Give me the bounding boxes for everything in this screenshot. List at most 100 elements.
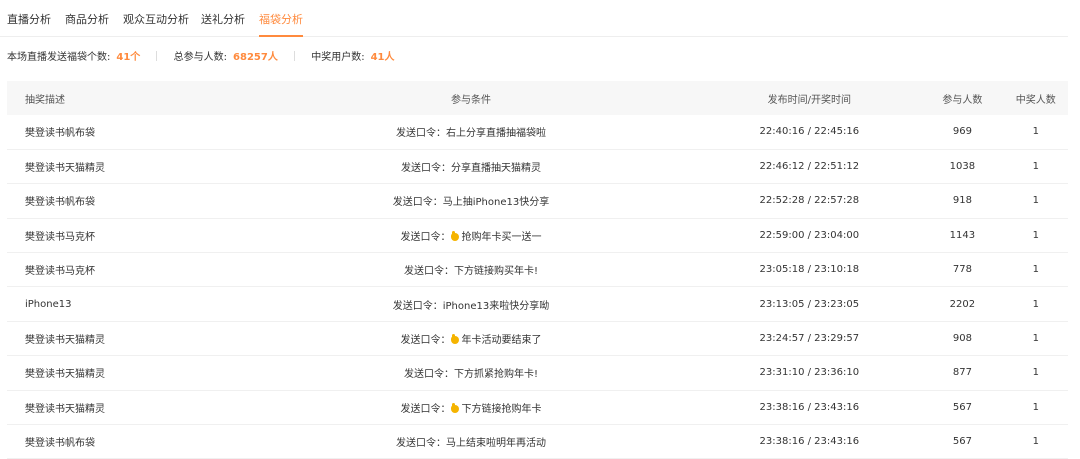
- tab-audience-interaction-analysis[interactable]: 观众互动分析: [123, 0, 189, 36]
- bag-count-value: 41个: [116, 52, 141, 63]
- cell-description: 樊登读书天猫精灵: [25, 369, 105, 381]
- pointing-hand-icon: [450, 230, 460, 242]
- condition-prefix: 发送口令：: [403, 369, 454, 381]
- cell-description: iPhone13: [25, 298, 72, 310]
- condition-text: 马上结束啦明年再活动: [445, 438, 546, 450]
- column-header-participants: 参与人数: [942, 94, 983, 106]
- cell-condition: 发送口令：马上抽iPhone13快分享: [245, 184, 698, 218]
- cell-winners: 1: [1032, 436, 1039, 448]
- cell-description: 樊登读书天猫精灵: [25, 403, 105, 415]
- cell-participants: 908: [952, 333, 972, 345]
- condition-prefix: 发送口令：: [400, 163, 451, 175]
- participants-value: 68257人: [233, 52, 278, 63]
- cell-condition: 发送口令：马上结束啦明年再活动: [245, 425, 698, 459]
- column-header-description: 抽奖描述: [25, 94, 65, 106]
- cell-participants: 918: [952, 195, 972, 207]
- table-row: 樊登读书天猫精灵 发送口令： 下方链接抢购年卡 23:38:16 / 23:43:16…: [7, 390, 1068, 425]
- condition-prefix: 发送口令：: [395, 438, 446, 450]
- column-header-winners: 中奖人数: [1015, 94, 1056, 106]
- table-row: 樊登读书马克杯 发送口令： 抢购年卡买一送一 22:59:00 / 23:04:00 1…: [7, 218, 1068, 253]
- bag-count-label: 本场直播发送福袋个数:: [7, 52, 111, 63]
- cell-condition: 发送口令：下方链接购买年卡!: [245, 253, 698, 287]
- tab-lucky-bag-analysis[interactable]: 福袋分析: [259, 0, 303, 37]
- cell-winners: 1: [1032, 264, 1039, 276]
- cell-condition: 发送口令：下方抓紧抢购年卡!: [245, 356, 698, 390]
- cell-participants: 969: [952, 126, 972, 138]
- table-body: 樊登读书帆布袋 发送口令：右上分享直播抽福袋啦 22:40:16 / 22:45:1…: [7, 115, 1068, 459]
- cell-winners: 1: [1032, 195, 1039, 207]
- table-row: 樊登读书帆布袋 发送口令：马上抽iPhone13快分享 22:52:28 / 22:…: [7, 184, 1068, 219]
- cell-time: 23:38:16 / 23:43:16: [759, 401, 860, 413]
- tab-gift-analysis[interactable]: 送礼分析: [201, 0, 245, 36]
- cell-time: 22:52:28 / 22:57:28: [759, 195, 860, 207]
- cell-description: 樊登读书天猫精灵: [25, 163, 105, 175]
- condition-prefix: 发送口令：: [400, 231, 451, 243]
- cell-participants: 877: [952, 367, 972, 379]
- condition-text: 分享直播抽天猫精灵: [450, 163, 541, 175]
- cell-description: 樊登读书马克杯: [25, 266, 95, 278]
- table-header-row: 抽奖描述 参与条件 发布时间/开奖时间 参与人数 中奖人数: [7, 81, 1068, 115]
- table-row: iPhone13 发送口令：iPhone13来啦快分享呦 23:13:05 / 23…: [7, 287, 1068, 322]
- cell-time: 23:38:16 / 23:43:16: [759, 436, 860, 448]
- cell-time: 23:13:05 / 23:23:05: [759, 298, 860, 310]
- cell-description: 樊登读书帆布袋: [25, 128, 95, 140]
- cell-time: 22:40:16 / 22:45:16: [759, 126, 860, 138]
- condition-prefix: 发送口令：: [400, 335, 451, 347]
- cell-winners: 1: [1032, 126, 1039, 138]
- column-header-condition: 参与条件: [450, 94, 491, 106]
- condition-text: iPhone13来啦快分享呦: [442, 300, 550, 312]
- tab-product-analysis[interactable]: 商品分析: [65, 0, 109, 36]
- condition-text: 年卡活动要结束了: [461, 335, 542, 347]
- cell-condition: 发送口令：iPhone13来啦快分享呦: [245, 287, 698, 321]
- cell-participants: 778: [952, 264, 972, 276]
- summary-divider: [156, 51, 158, 61]
- cell-time: 22:46:12 / 22:51:12: [759, 161, 860, 173]
- condition-prefix: 发送口令：: [392, 197, 443, 209]
- cell-participants: 1143: [949, 229, 976, 241]
- cell-winners: 1: [1032, 229, 1039, 241]
- lucky-bag-summary: 本场直播发送福袋个数: 41个 总参与人数: 68257人 中奖用户数: 41人: [7, 50, 395, 66]
- table-row: 樊登读书帆布袋 发送口令：右上分享直播抽福袋啦 22:40:16 / 22:45:1…: [7, 115, 1068, 150]
- condition-prefix: 发送口令：: [395, 128, 446, 140]
- cell-condition: 发送口令：分享直播抽天猫精灵: [245, 149, 698, 183]
- condition-text: 抢购年卡买一送一: [461, 231, 542, 243]
- condition-prefix: 发送口令：: [400, 403, 451, 415]
- cell-description: 樊登读书天猫精灵: [25, 335, 105, 347]
- cell-description: 樊登读书帆布袋: [25, 438, 95, 450]
- cell-condition: 发送口令： 年卡活动要结束了: [245, 321, 698, 355]
- winners-value: 41人: [370, 52, 395, 63]
- cell-winners: 1: [1032, 161, 1039, 173]
- table-row: 樊登读书天猫精灵 发送口令：下方抓紧抢购年卡! 23:31:10 / 23:36:1…: [7, 356, 1068, 391]
- table-row: 樊登读书天猫精灵 发送口令： 年卡活动要结束了 23:24:57 / 23:29:57…: [7, 321, 1068, 356]
- winners-label: 中奖用户数:: [311, 52, 365, 63]
- cell-participants: 2202: [949, 298, 976, 310]
- pointing-hand-icon: [450, 402, 460, 414]
- tab-live-analysis[interactable]: 直播分析: [7, 0, 51, 36]
- cell-winners: 1: [1032, 333, 1039, 345]
- condition-text: 右上分享直播抽福袋啦: [445, 128, 546, 140]
- cell-winners: 1: [1032, 298, 1039, 310]
- condition-text: 下方抓紧抢购年卡!: [453, 369, 538, 381]
- participants-label: 总参与人数:: [173, 52, 228, 63]
- table-row: 樊登读书马克杯 发送口令：下方链接购买年卡! 23:05:18 / 23:10:18…: [7, 253, 1068, 287]
- cell-time: 23:05:18 / 23:10:18: [759, 264, 860, 276]
- cell-winners: 1: [1032, 401, 1039, 413]
- column-header-time: 发布时间/开奖时间: [767, 94, 852, 106]
- condition-text: 下方链接抢购年卡: [461, 403, 542, 415]
- analysis-tab-bar: 直播分析 商品分析 观众互动分析 送礼分析 福袋分析: [0, 0, 1068, 37]
- condition-text: 下方链接购买年卡!: [453, 266, 538, 278]
- cell-participants: 567: [952, 436, 972, 448]
- pointing-hand-icon: [450, 334, 460, 345]
- table-row: 樊登读书帆布袋 发送口令：马上结束啦明年再活动 23:38:16 / 23:43:1…: [7, 425, 1068, 459]
- table-row: 樊登读书天猫精灵 发送口令：分享直播抽天猫精灵 22:46:12 / 22:51:1…: [7, 149, 1068, 184]
- cell-participants: 567: [952, 401, 972, 413]
- cell-time: 23:31:10 / 23:36:10: [759, 367, 860, 379]
- cell-condition: 发送口令： 抢购年卡买一送一: [245, 218, 698, 252]
- cell-condition: 发送口令： 下方链接抢购年卡: [245, 390, 698, 424]
- lucky-bag-table: 抽奖描述 参与条件 发布时间/开奖时间 参与人数 中奖人数 樊登读书帆布袋发送口…: [7, 81, 1068, 459]
- cell-description: 樊登读书马克杯: [25, 231, 95, 243]
- condition-prefix: 发送口令：: [403, 266, 454, 278]
- summary-divider: [294, 51, 296, 61]
- cell-description: 樊登读书帆布袋: [25, 197, 95, 209]
- cell-time: 23:24:57 / 23:29:57: [759, 333, 860, 345]
